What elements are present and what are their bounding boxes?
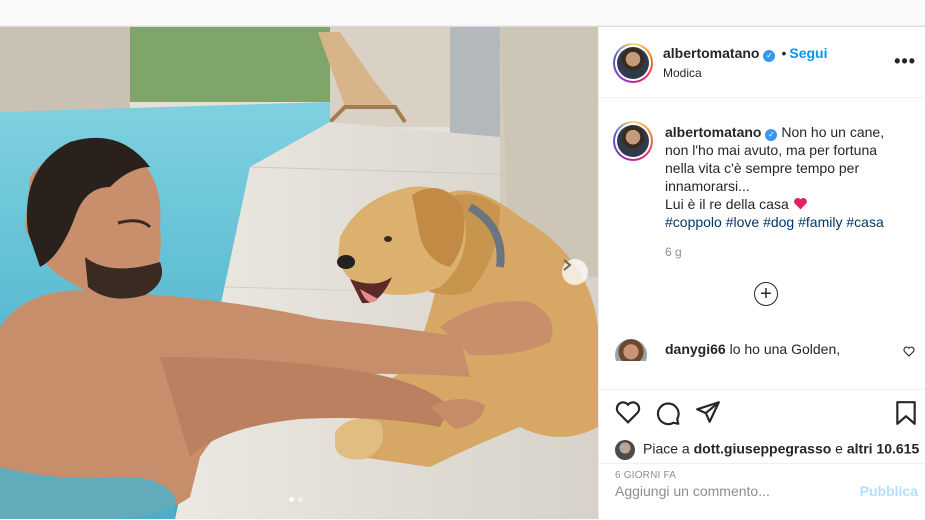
load-more-comments-button[interactable]: + xyxy=(754,282,778,306)
comment-like-heart-icon[interactable] xyxy=(903,346,915,357)
commenter-username[interactable]: danygi66 xyxy=(665,341,726,357)
comment-body: lo ho una Golden, xyxy=(729,341,841,357)
carousel-dot xyxy=(289,497,294,502)
commenter-avatar[interactable] xyxy=(615,339,647,361)
caption-timestamp[interactable]: 6 g xyxy=(665,245,682,259)
post-dialog: albertomatano ✓ • Segui Modica ••• albertom… xyxy=(0,26,925,519)
more-options-icon[interactable]: ••• xyxy=(894,51,916,72)
follow-button[interactable]: Segui xyxy=(789,45,827,61)
caption-text: Lui è il re della casa xyxy=(665,196,789,212)
post-sidebar: albertomatano ✓ • Segui Modica ••• albertom… xyxy=(598,27,925,519)
separator: • xyxy=(781,45,787,61)
verified-badge-icon: ✓ xyxy=(765,129,778,141)
hashtag-link[interactable]: #casa xyxy=(846,214,883,230)
verified-badge-icon: ✓ xyxy=(763,50,776,62)
hashtag-link[interactable]: #love xyxy=(726,214,759,230)
author-username[interactable]: albertomatano xyxy=(663,45,759,61)
carousel-next-button[interactable] xyxy=(562,259,588,285)
caption-author-avatar[interactable] xyxy=(613,121,653,161)
comments-area: albertomatano ✓ Non ho un cane, non l'ho … xyxy=(599,99,925,389)
likes-others-count[interactable]: altri 10.615 xyxy=(847,441,919,457)
red-heart-emoji-icon xyxy=(793,198,807,210)
liker-username[interactable]: dott.giuseppegrasso xyxy=(694,441,832,457)
chevron-right-icon xyxy=(563,259,572,271)
comment-item: danygi66 lo ho una Golden, xyxy=(615,337,915,361)
caption-line: innamorarsi... xyxy=(665,178,750,194)
caption-line-with-heart: Lui è il re della casa xyxy=(665,195,915,213)
caption-line: non l'ho mai avuto, ma per fortuna xyxy=(665,142,878,158)
post-header: albertomatano ✓ • Segui Modica ••• xyxy=(599,27,925,98)
photo-man-with-golden-retriever xyxy=(0,27,598,519)
heart-icon[interactable] xyxy=(615,400,641,424)
hashtag-link[interactable]: #dog xyxy=(763,214,794,230)
bookmark-icon[interactable] xyxy=(895,400,917,426)
author-line: albertomatano ✓ • Segui xyxy=(663,45,828,63)
likes-middle: e xyxy=(831,440,847,457)
caption-username[interactable]: albertomatano xyxy=(665,124,761,140)
location-label[interactable]: Modica xyxy=(663,66,702,80)
add-comment-bar: Pubblica xyxy=(599,463,925,519)
liker-avatar xyxy=(615,440,635,460)
browser-top-strip xyxy=(0,0,925,26)
paper-plane-icon[interactable] xyxy=(695,400,721,424)
caption-line: nella vita c'è sempre tempo per xyxy=(665,160,860,176)
likes-summary[interactable]: Piace a dott.giuseppegrasso e altri 10.6… xyxy=(615,440,919,460)
publish-button[interactable]: Pubblica xyxy=(860,483,918,499)
add-comment-input[interactable] xyxy=(615,480,845,502)
comment-icon[interactable] xyxy=(655,400,681,426)
hashtags: #coppolo #love #dog #family #casa xyxy=(665,213,915,231)
carousel-indicator xyxy=(289,497,303,502)
caption-line: Non ho un cane, xyxy=(781,124,885,140)
post-image[interactable] xyxy=(0,27,598,519)
hashtag-link[interactable]: #family xyxy=(798,214,842,230)
author-avatar[interactable] xyxy=(613,43,653,83)
carousel-dot xyxy=(298,497,303,502)
post-caption: albertomatano ✓ Non ho un cane, non l'ho … xyxy=(665,123,915,231)
comment-text: danygi66 lo ho una Golden, xyxy=(665,341,840,357)
likes-prefix: Piace a xyxy=(643,440,694,457)
hashtag-link[interactable]: #coppolo xyxy=(665,214,722,230)
